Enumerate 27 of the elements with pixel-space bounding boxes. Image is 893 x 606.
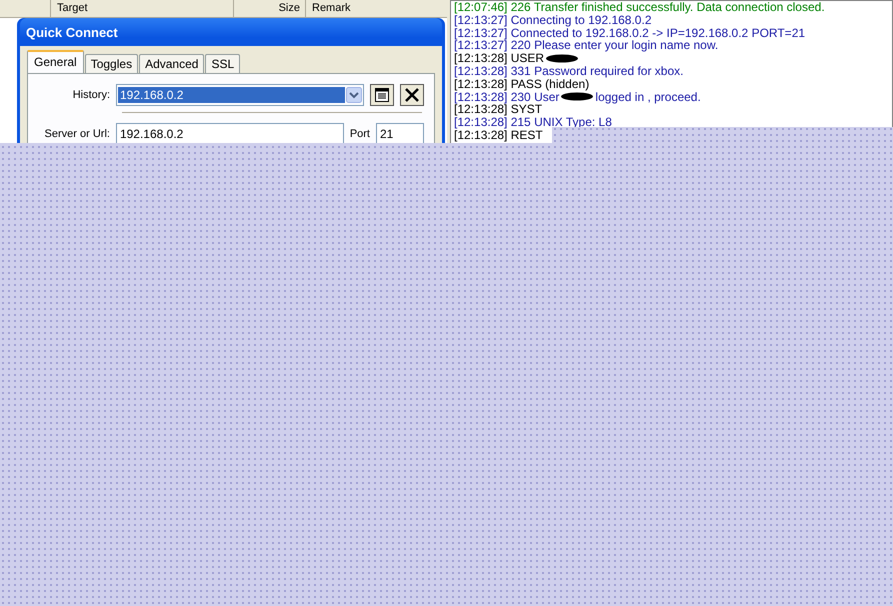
log-line: [12:13:27] Connected to 192.168.0.2 -> IP=192.168.0.2 PORT=21	[454, 26, 806, 40]
log-line: [12:13:28] SYST	[454, 103, 542, 116]
tab[interactable]: General	[27, 50, 84, 73]
log-line: [12:13:27] 220 Please enter your login name now.	[454, 39, 718, 52]
log-line: [12:13:28] REST	[454, 128, 543, 142]
bookmark-list-button[interactable]	[370, 84, 394, 106]
tab[interactable]: SSL	[205, 54, 240, 73]
history-label: History:	[72, 89, 110, 101]
history-dropdown[interactable]: 192.168.0.2	[116, 84, 364, 106]
dialog-title: Quick Connect	[26, 24, 118, 40]
server-label: Server or Url:	[44, 128, 110, 140]
list-window-icon	[374, 87, 390, 103]
log-line: [12:13:28] PASS (hidden)	[454, 78, 590, 91]
log-line: [12:13:28] 331 Password required for xbox.	[454, 64, 684, 78]
log-line: [12:13:27] Connecting to 192.168.0.2	[454, 14, 652, 27]
tab[interactable]: Toggles	[84, 54, 138, 73]
log-line: logged in , proceed.	[595, 90, 701, 104]
port-label: Port	[350, 128, 370, 140]
log-line: [12:13:28] 230 User	[454, 90, 560, 104]
close-icon	[404, 87, 420, 103]
column-header[interactable]: Target	[51, 0, 234, 17]
column-header[interactable]: Size	[234, 0, 306, 17]
log-line: [12:07:46] 226 Transfer finished successfully. Data connection closed.	[454, 1, 825, 14]
delete-button[interactable]	[400, 84, 424, 106]
tab[interactable]: Advanced	[139, 54, 204, 73]
column-header[interactable]: Remark	[306, 0, 447, 17]
log-line: [12:13:28] USER	[454, 52, 544, 65]
